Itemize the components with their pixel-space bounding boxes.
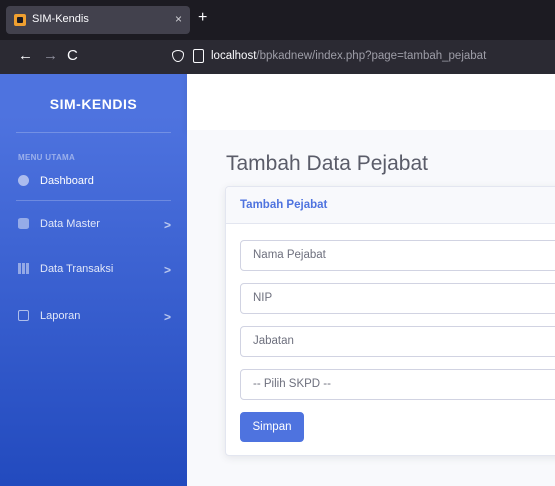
dashboard-icon: [18, 175, 29, 186]
card-header: Tambah Pejabat: [226, 187, 555, 224]
card-title: Tambah Pejabat: [240, 199, 328, 211]
tab-title: SIM-Kendis: [32, 13, 89, 25]
form-card: Tambah Pejabat Nama Pejabat NIP Jabatan …: [225, 186, 555, 456]
topbar: [187, 74, 555, 130]
table-icon: [18, 263, 29, 274]
address-bar[interactable]: localhost/bpkadnew/index.php?page=tambah…: [211, 50, 486, 62]
sidebar-heading: MENU UTAMA: [18, 153, 76, 162]
sidebar-item-label: Data Master: [40, 218, 100, 230]
sidebar-item-dashboard[interactable]: Dashboard: [0, 171, 187, 193]
sidebar-brand[interactable]: SIM-KENDIS: [0, 96, 187, 112]
page-info-icon[interactable]: [193, 49, 204, 63]
jabatan-input[interactable]: Jabatan: [240, 326, 555, 357]
sidebar-item-label: Dashboard: [40, 175, 94, 187]
browser-tab-bar: SIM-Kendis × +: [0, 0, 555, 40]
sidebar-item-label: Data Transaksi: [40, 263, 114, 275]
browser-nav-bar: ← → C localhost/bpkadnew/index.php?page=…: [0, 40, 555, 74]
favicon-icon: [14, 14, 26, 26]
chevron-right-icon: >: [164, 263, 172, 277]
database-icon: [18, 218, 29, 229]
tracking-shield-icon[interactable]: [172, 50, 184, 62]
chevron-right-icon: >: [164, 310, 172, 324]
nip-input[interactable]: NIP: [240, 283, 555, 314]
sidebar: SIM-KENDIS MENU UTAMA Dashboard Data Mas…: [0, 74, 187, 486]
new-tab-icon[interactable]: +: [198, 10, 207, 26]
forward-icon[interactable]: →: [43, 48, 58, 64]
sidebar-item-data-master[interactable]: Data Master >: [0, 214, 187, 236]
chevron-right-icon: >: [164, 218, 172, 232]
sidebar-divider: [16, 200, 171, 201]
nama-pejabat-input[interactable]: Nama Pejabat: [240, 240, 555, 271]
print-icon: [18, 310, 29, 321]
skpd-select[interactable]: -- Pilih SKPD --: [240, 369, 555, 400]
sidebar-item-label: Laporan: [40, 310, 81, 322]
url-host: localhost: [211, 50, 257, 62]
sidebar-divider: [16, 132, 171, 133]
back-icon[interactable]: ←: [18, 48, 33, 64]
browser-tab[interactable]: SIM-Kendis ×: [6, 6, 190, 34]
sidebar-item-data-transaksi[interactable]: Data Transaksi >: [0, 259, 187, 281]
sidebar-item-laporan[interactable]: Laporan >: [0, 306, 187, 328]
url-path: /bpkadnew/index.php?page=tambah_pejabat: [256, 50, 487, 62]
reload-icon[interactable]: C: [67, 48, 78, 64]
page-title: Tambah Data Pejabat: [226, 152, 428, 175]
simpan-button[interactable]: Simpan: [240, 412, 304, 442]
close-tab-icon[interactable]: ×: [175, 12, 182, 26]
